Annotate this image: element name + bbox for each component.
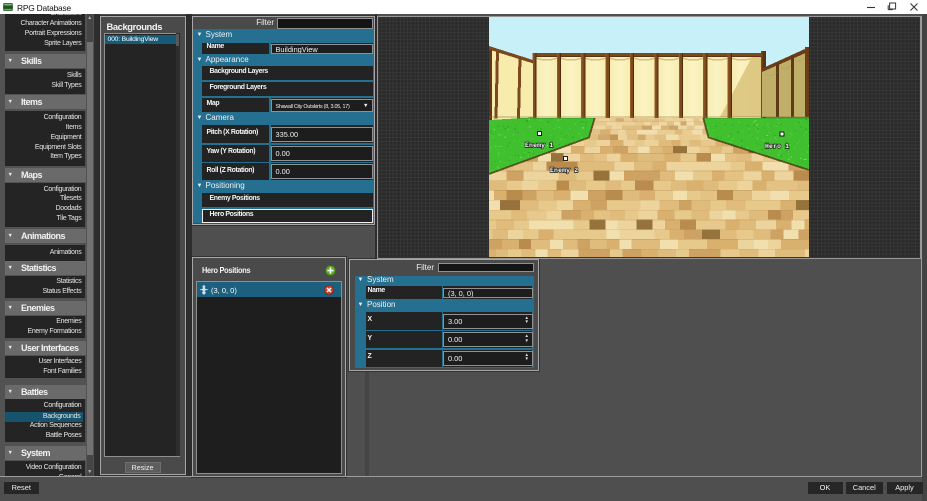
- svg-text:Enemy 2: Enemy 2: [550, 167, 578, 174]
- svg-text:Enemy 1: Enemy 1: [525, 142, 553, 149]
- svg-text:Hero 1: Hero 1: [765, 143, 789, 150]
